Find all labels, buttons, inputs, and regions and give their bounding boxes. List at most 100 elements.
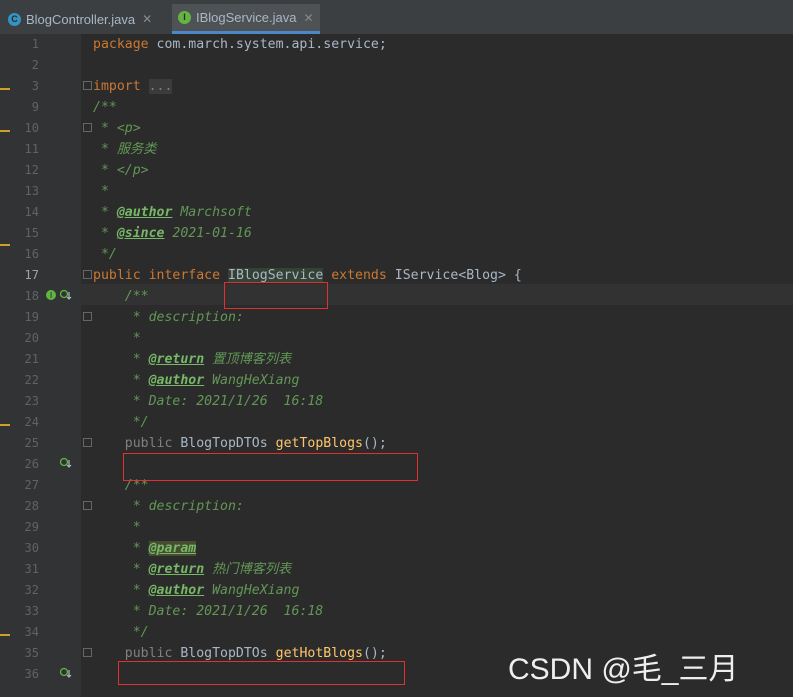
csdn-watermark: CSDN @毛_三月 [508,653,739,686]
code-line[interactable]: 25 public BlogTopDTOs getTopBlogs(); [0,433,793,454]
line-number: 15 [24,226,39,240]
code-line[interactable]: 1 package com.march.system.api.service; [0,34,793,55]
line-number: 36 [24,667,39,681]
tab-blog-controller[interactable]: C BlogController.java ✕ [8,4,152,34]
line-number: 11 [24,142,39,156]
inherit-arrow-icon[interactable] [60,289,72,301]
code-line[interactable]: 24 */ [0,412,793,433]
code-line[interactable]: 31 * @return 热门博客列表 [0,559,793,580]
implemented-method-icon[interactable] [60,457,72,469]
line-number: 23 [24,394,39,408]
line-number: 18 [24,289,39,303]
fold-marker-icon[interactable] [83,81,92,90]
line-number: 21 [24,352,39,366]
code-line[interactable]: 22 * @author WangHeXiang [0,370,793,391]
line-number: 2 [31,58,39,72]
code-line[interactable]: 16 */ [0,244,793,265]
tab-iblogservice[interactable]: I IBlogService.java ✕ [172,4,320,34]
code-line[interactable]: 3 import ... [0,76,793,97]
line-number: 3 [31,79,39,93]
code-line[interactable]: 17 public interface IBlogService extends … [0,265,793,286]
code-text[interactable]: * <p> [93,118,141,139]
code-text[interactable]: * [93,517,141,538]
code-text[interactable]: /** [93,97,117,118]
code-text[interactable]: package com.march.system.api.service; [93,34,387,55]
code-text[interactable]: */ [93,622,149,643]
code-text[interactable]: * 服务类 [93,139,156,160]
code-line[interactable]: 11 * 服务类 [0,139,793,160]
code-text[interactable]: * Date: 2021/1/26 16:18 [93,601,324,622]
line-number: 10 [24,121,39,135]
close-icon[interactable]: ✕ [303,11,313,25]
code-text[interactable]: * [93,328,141,349]
implemented-method-icon[interactable] [60,667,72,679]
line-number: 30 [24,541,39,555]
code-line[interactable]: 21 * @return 置顶博客列表 [0,349,793,370]
code-text[interactable]: import ... [93,76,173,97]
code-text[interactable]: * Date: 2021/1/26 16:18 [93,391,324,412]
line-number: 22 [24,373,39,387]
interface-i-icon: I [178,11,191,24]
fold-marker-icon[interactable] [83,270,92,279]
tab-label: IBlogService.java [196,10,297,25]
code-text[interactable]: * [93,181,109,202]
code-line[interactable]: 32 * @author WangHeXiang [0,580,793,601]
implemented-icon[interactable]: I [45,289,57,301]
code-line[interactable]: 12 * </p> [0,160,793,181]
code-text[interactable]: * @author WangHeXiang [93,580,300,601]
code-line[interactable]: 18 /** [0,286,793,307]
code-text[interactable]: * @author Marchsoft [93,202,252,223]
code-line[interactable]: 19 * description: [0,307,793,328]
code-line[interactable]: 29 * [0,517,793,538]
code-text[interactable]: */ [93,244,117,265]
fold-marker-icon[interactable] [83,648,92,657]
line-number: 29 [24,520,39,534]
highlight-box-gettopblogs [123,453,418,481]
close-icon[interactable]: ✕ [142,12,152,26]
line-number: 27 [24,478,39,492]
code-line[interactable]: 23 * Date: 2021/1/26 16:18 [0,391,793,412]
line-number: 9 [31,100,39,114]
highlight-box-gethotblogs [118,661,405,685]
code-text[interactable]: * @return 热门博客列表 [93,559,292,580]
line-number: 17 [24,268,39,282]
line-number: 33 [24,604,39,618]
line-number: 24 [24,415,39,429]
code-text[interactable]: * description: [93,307,244,328]
code-text[interactable]: /** [93,286,149,307]
code-text[interactable]: public BlogTopDTOs getTopBlogs(); [93,433,387,454]
fold-marker-icon[interactable] [83,123,92,132]
svg-text:I: I [50,291,52,300]
line-number: 26 [24,457,39,471]
code-text[interactable]: * </p> [93,160,149,181]
line-number: 14 [24,205,39,219]
code-line[interactable]: 10 * <p> [0,118,793,139]
code-line[interactable]: 13 * [0,181,793,202]
code-text[interactable]: * @return 置顶博客列表 [93,349,292,370]
code-text[interactable]: * description: [93,496,244,517]
code-line[interactable]: 34 */ [0,622,793,643]
code-line[interactable]: 14 * @author Marchsoft [0,202,793,223]
code-line[interactable]: 20 * [0,328,793,349]
class-c-icon: C [8,12,21,26]
highlight-box-interface-name [224,282,328,309]
code-line[interactable]: 30 * @param [0,538,793,559]
line-number: 16 [24,247,39,261]
code-line[interactable]: 28 * description: [0,496,793,517]
code-line[interactable]: 2 [0,55,793,76]
line-number: 25 [24,436,39,450]
code-text[interactable]: * @author WangHeXiang [93,370,300,391]
fold-marker-icon[interactable] [83,438,92,447]
code-text[interactable]: * @param [93,538,197,559]
code-text[interactable]: */ [93,412,149,433]
line-number: 20 [24,331,39,345]
fold-marker-icon[interactable] [83,312,92,321]
fold-marker-icon[interactable] [83,501,92,510]
code-line[interactable]: 33 * Date: 2021/1/26 16:18 [0,601,793,622]
line-number: 35 [24,646,39,660]
code-line[interactable]: 15 * @since 2021-01-16 [0,223,793,244]
code-line[interactable]: 9 /** [0,97,793,118]
code-text[interactable]: * @since 2021-01-16 [93,223,252,244]
line-number: 19 [24,310,39,324]
line-number: 12 [24,163,39,177]
